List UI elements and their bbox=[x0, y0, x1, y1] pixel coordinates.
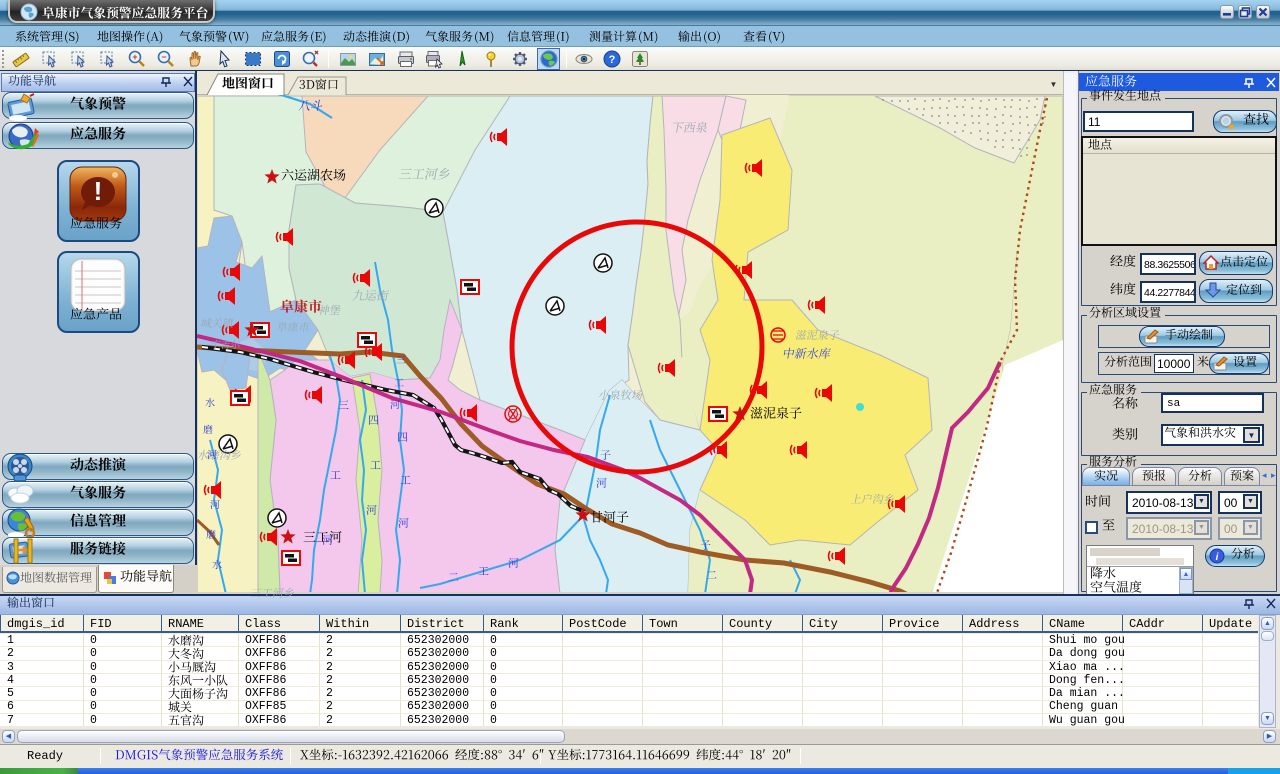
svg-text:i: i bbox=[1216, 552, 1219, 563]
svg-text:?: ? bbox=[609, 54, 616, 66]
svg-text:!: ! bbox=[94, 176, 103, 206]
svg-text:−: − bbox=[161, 52, 166, 62]
svg-text:+: + bbox=[132, 52, 137, 62]
